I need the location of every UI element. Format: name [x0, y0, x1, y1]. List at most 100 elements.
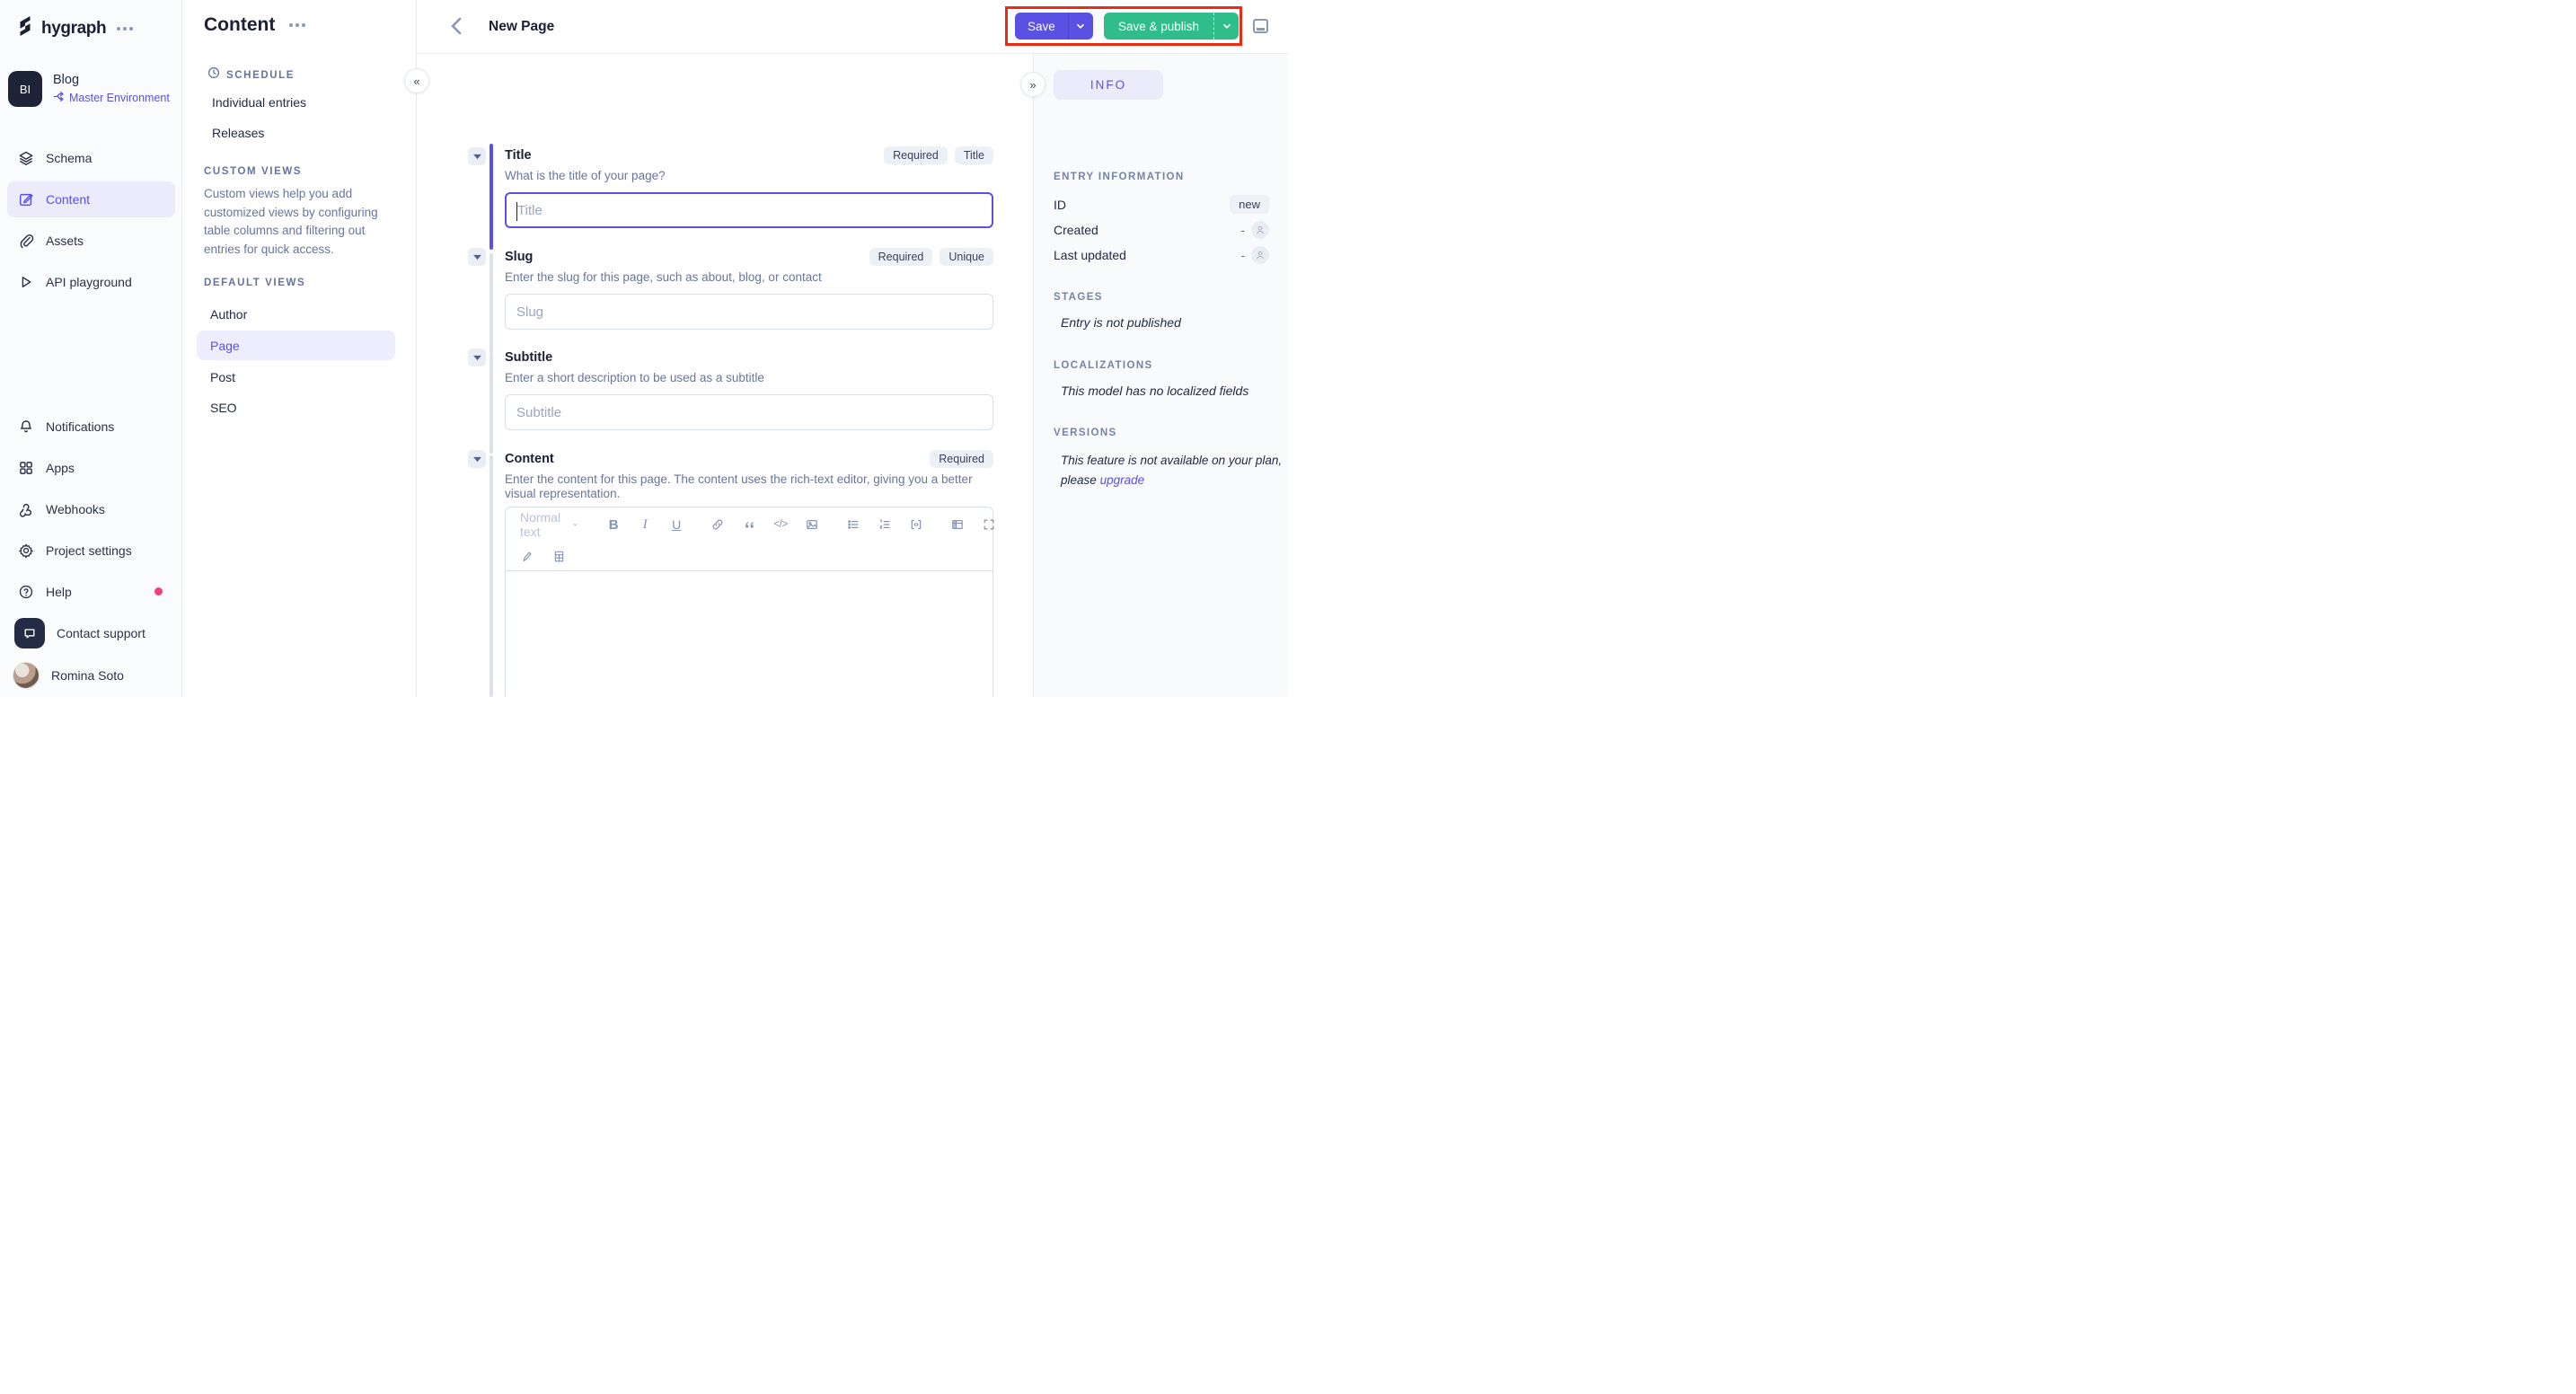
help-notification-dot — [154, 587, 163, 596]
bold-icon[interactable]: B — [602, 513, 625, 536]
collapse-panel-button[interactable]: « — [404, 68, 429, 93]
localizations-header: LOCALIZATIONS — [1054, 360, 1153, 371]
entry-header: New Page Save Save & publish — [417, 0, 1288, 54]
field-helper: Enter the content for this page. The con… — [505, 472, 973, 500]
app-sidebar: hygraph BI Blog Master Environment Schem… — [0, 0, 182, 697]
default-view-post[interactable]: Post — [210, 370, 235, 384]
content-views-panel: Content SCHEDULE Individual entries Rele… — [182, 0, 417, 697]
pen-icon[interactable] — [515, 544, 538, 568]
schedule-item-individual-entries[interactable]: Individual entries — [212, 95, 306, 110]
person-icon — [1251, 246, 1269, 264]
user-menu[interactable]: Romina Soto — [7, 658, 175, 693]
sidebar-item-notifications[interactable]: Notifications — [7, 409, 175, 445]
badge-required: Required — [869, 248, 933, 266]
sidebar-item-label: Schema — [46, 151, 93, 165]
hygraph-logo-icon — [16, 16, 34, 40]
field-content: Content Required Enter the content for t… — [505, 449, 993, 501]
edit-square-icon — [18, 191, 34, 207]
grid-icon — [18, 460, 34, 476]
inline-code-icon[interactable]: </> — [769, 513, 792, 536]
italic-icon[interactable]: I — [633, 513, 657, 536]
editor-content-area[interactable] — [506, 570, 992, 697]
chat-bubble-icon — [14, 618, 45, 648]
back-button[interactable] — [449, 16, 465, 40]
save-publish-button[interactable]: Save & publish — [1104, 13, 1239, 40]
subtitle-input[interactable] — [506, 395, 992, 429]
title-input[interactable] — [507, 194, 992, 226]
expand-info-panel-button[interactable]: » — [1020, 72, 1045, 97]
entry-information-header: ENTRY INFORMATION — [1054, 172, 1185, 182]
collapse-field-subtitle-button[interactable] — [468, 348, 486, 366]
code-block-icon[interactable] — [904, 513, 928, 536]
custom-views-header: CUSTOM VIEWS — [204, 166, 303, 177]
sidebar-item-webhooks[interactable]: Webhooks — [7, 491, 175, 527]
brand-logo[interactable]: hygraph — [16, 16, 134, 40]
fullscreen-icon[interactable] — [977, 513, 1001, 536]
sidebar-item-schema[interactable]: Schema — [7, 140, 175, 176]
info-row-last-updated: Last updated - — [1054, 246, 1269, 264]
sidebar-item-apps[interactable]: Apps — [7, 450, 175, 486]
page-title: New Page — [489, 19, 555, 34]
sidebar-item-project-settings[interactable]: Project settings — [7, 533, 175, 569]
brand-name: hygraph — [41, 18, 107, 38]
project-switcher[interactable]: BI Blog Master Environment — [8, 71, 170, 107]
editor-toolbar: Normal text B I U </> — [506, 507, 994, 542]
slug-input[interactable] — [506, 295, 992, 329]
numbered-list-icon[interactable] — [873, 513, 896, 536]
default-views-header: DEFAULT VIEWS — [204, 278, 306, 288]
save-button[interactable]: Save — [1015, 13, 1093, 40]
table-icon[interactable] — [946, 513, 969, 536]
sidebar-item-label: Help — [46, 585, 72, 599]
webhooks-icon — [18, 501, 34, 517]
versions-header: VERSIONS — [1054, 428, 1117, 438]
custom-views-description: Custom views help you add customized vie… — [204, 187, 378, 256]
dock-panel-icon[interactable] — [1253, 19, 1268, 33]
field-helper: Enter a short description to be used as … — [505, 371, 764, 384]
collapse-field-content-button[interactable] — [468, 450, 486, 468]
bell-icon — [18, 419, 34, 435]
field-subtitle: Subtitle Enter a short description to be… — [505, 348, 993, 430]
project-name: Blog — [53, 73, 80, 87]
sidebar-item-content[interactable]: Content — [7, 181, 175, 217]
underline-icon[interactable]: U — [665, 513, 688, 536]
sidebar-item-label: Apps — [46, 461, 75, 475]
collapse-field-title-button[interactable] — [468, 147, 486, 165]
environment-selector[interactable]: Master Environment — [53, 91, 170, 105]
field-label: Slug — [505, 250, 534, 264]
field-label: Title — [505, 148, 532, 163]
sidebar-item-contact-support[interactable]: Contact support — [7, 613, 175, 653]
default-view-seo[interactable]: SEO — [210, 401, 237, 415]
sidebar-item-api-playground[interactable]: API playground — [7, 264, 175, 300]
field-slug: Slug Required Unique Enter the slug for … — [505, 247, 993, 330]
tab-info[interactable]: INFO — [1054, 70, 1163, 100]
stages-text: Entry is not published — [1061, 315, 1181, 330]
bulleted-list-icon[interactable] — [842, 513, 865, 536]
paragraph-style-dropdown[interactable]: Normal text — [506, 510, 593, 539]
sidebar-item-label: Content — [46, 192, 91, 207]
layers-icon — [18, 150, 34, 166]
slug-input-wrap — [505, 294, 993, 330]
link-icon[interactable] — [706, 513, 729, 536]
upgrade-link[interactable]: upgrade — [1100, 473, 1145, 487]
panel-more-icon[interactable] — [289, 23, 306, 27]
schedule-item-releases[interactable]: Releases — [212, 126, 264, 140]
sidebar-item-help[interactable]: Help — [7, 574, 175, 610]
branch-icon — [53, 91, 65, 105]
save-dropdown-chevron-icon[interactable] — [1067, 13, 1093, 40]
badge-unique: Unique — [940, 248, 993, 266]
brand-more-icon[interactable] — [117, 26, 134, 31]
collapse-field-slug-button[interactable] — [468, 248, 486, 266]
table-grid-icon[interactable] — [547, 544, 570, 568]
publish-dropdown-chevron-icon[interactable] — [1213, 13, 1239, 40]
text-caret — [516, 202, 517, 221]
project-initials-badge: BI — [8, 71, 42, 107]
image-icon[interactable] — [800, 513, 824, 536]
sidebar-item-label: Webhooks — [46, 502, 105, 516]
play-icon — [18, 274, 34, 290]
default-view-page-selected[interactable]: Page — [197, 331, 395, 360]
blockquote-icon[interactable] — [737, 513, 761, 536]
default-view-author[interactable]: Author — [210, 307, 247, 322]
sidebar-item-label: Contact support — [57, 626, 146, 640]
field-focus-bar — [490, 144, 493, 250]
sidebar-item-assets[interactable]: Assets — [7, 223, 175, 259]
